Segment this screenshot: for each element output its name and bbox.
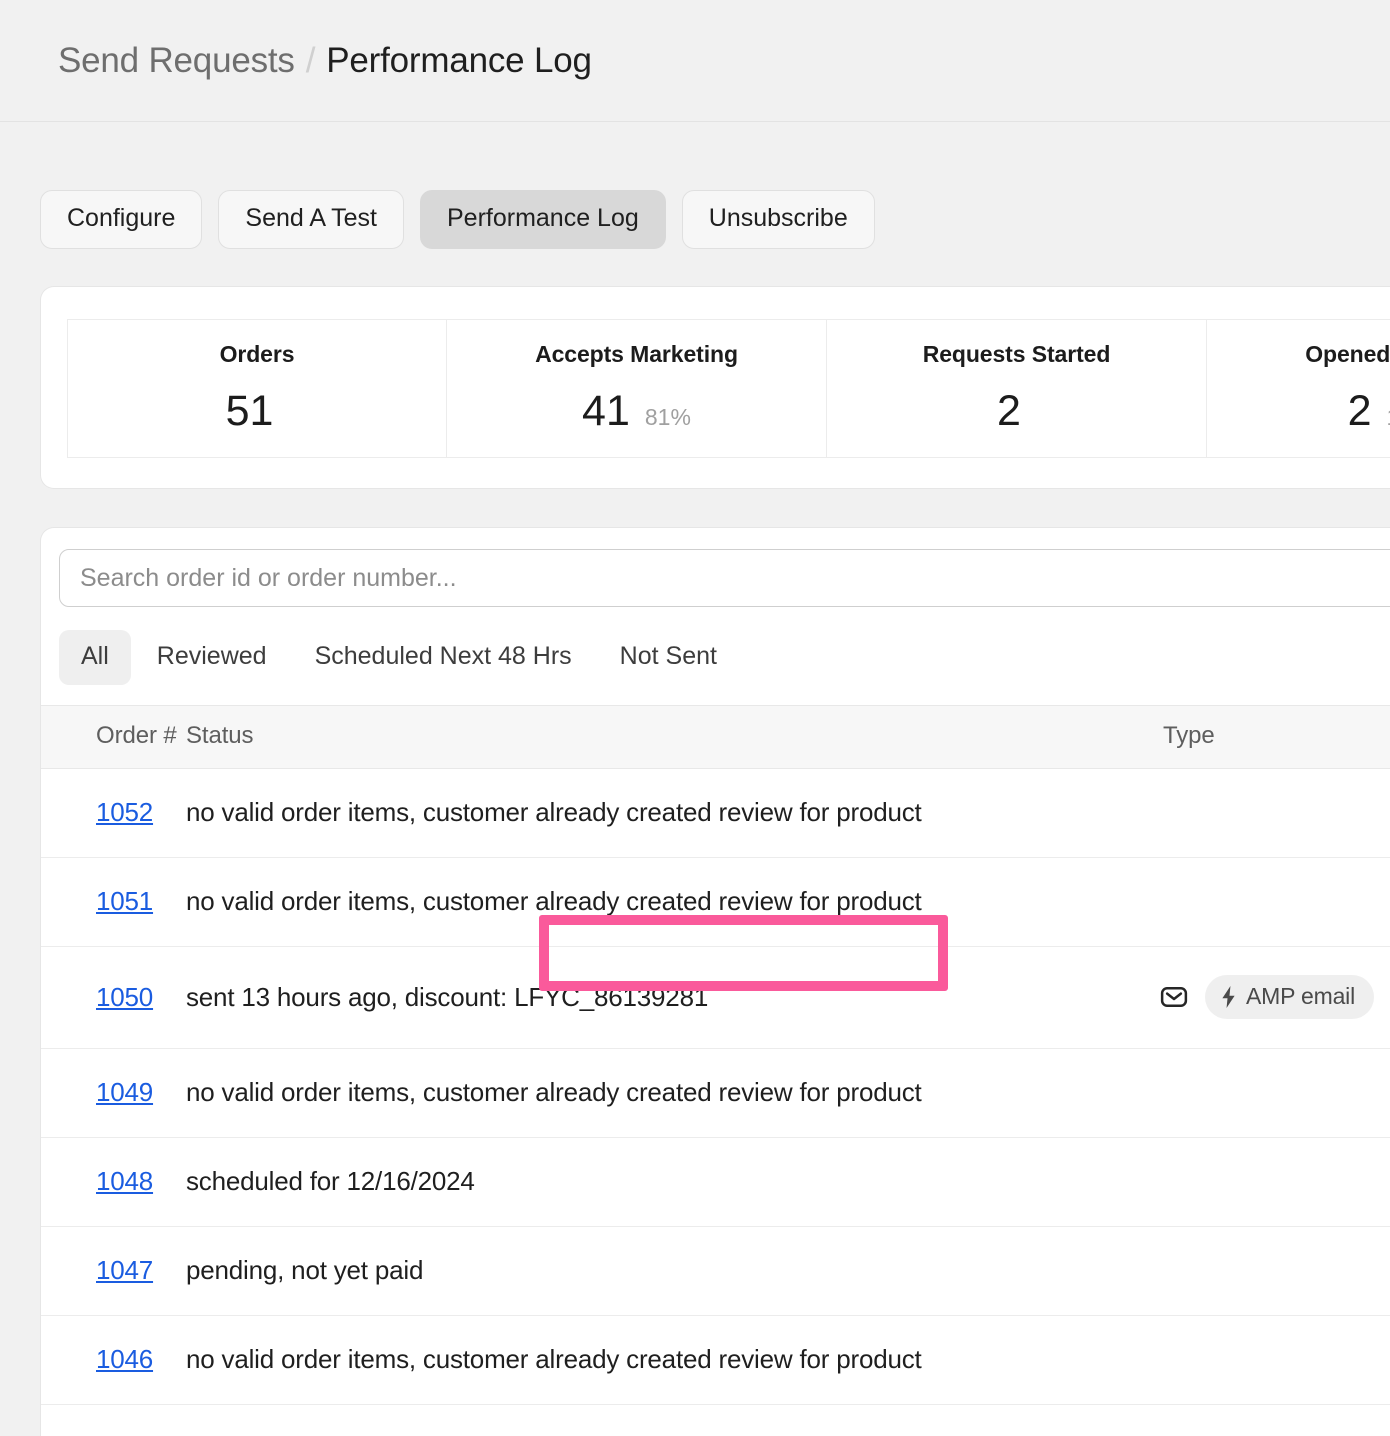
filter-not-sent[interactable]: Not Sent <box>598 630 739 685</box>
table-row[interactable]: 1046 no valid order items, customer alre… <box>41 1315 1390 1405</box>
type-cell <box>1141 1048 1390 1138</box>
order-link[interactable]: 1048 <box>96 1166 153 1196</box>
section-tab-row: Configure Send A Test Performance Log Un… <box>0 122 1390 249</box>
tab-configure[interactable]: Configure <box>40 190 203 249</box>
filter-row: All Reviewed Scheduled Next 48 Hrs Not S… <box>41 607 1390 705</box>
performance-log-card: All Reviewed Scheduled Next 48 Hrs Not S… <box>40 527 1390 1436</box>
status-cell: sent 13 hours ago, discount: LFYC_861392… <box>186 915 1141 1049</box>
table-body: 1052 no valid order items, customer alre… <box>41 768 1390 1436</box>
breadcrumb: Send Requests / Performance Log <box>58 41 592 81</box>
stat-label: Orders <box>219 341 295 367</box>
stat-requests-started: Requests Started 2 <box>827 320 1207 457</box>
filter-scheduled-next-48-hrs[interactable]: Scheduled Next 48 Hrs <box>293 630 594 685</box>
type-cell <box>1141 1226 1390 1316</box>
filter-all[interactable]: All <box>59 630 131 685</box>
search-input[interactable] <box>59 549 1390 607</box>
type-cell <box>1141 1315 1390 1405</box>
type-cell <box>1141 768 1390 858</box>
amp-email-badge: AMP email <box>1205 975 1374 1019</box>
page-title: Performance Log <box>326 40 592 80</box>
stats-grid: Orders 51 Accepts Marketing 41 81% Reque… <box>67 319 1390 458</box>
column-header-type[interactable]: Type <box>1141 705 1390 769</box>
order-cell: 1049 <box>41 1048 186 1138</box>
type-cell <box>1141 1404 1390 1436</box>
status-cell: no valid order items, customer already c… <box>186 768 1141 858</box>
table-header: Order # Status Type <box>41 705 1390 769</box>
order-link[interactable]: 1049 <box>96 1077 153 1107</box>
order-cell: 1051 <box>41 857 186 947</box>
order-cell: 1046 <box>41 1315 186 1405</box>
order-cell: 1047 <box>41 1226 186 1316</box>
breadcrumb-parent[interactable]: Send Requests <box>58 41 295 80</box>
stat-label: Opened - Unique <box>1305 341 1390 367</box>
amp-email-label: AMP email <box>1246 983 1355 1009</box>
tab-unsubscribe[interactable]: Unsubscribe <box>681 190 875 249</box>
order-link[interactable]: 1052 <box>96 797 153 827</box>
column-header-order[interactable]: Order # <box>41 705 186 769</box>
type-cell <box>1141 1137 1390 1227</box>
order-cell: 1045 <box>41 1404 186 1436</box>
tab-performance-log[interactable]: Performance Log <box>420 190 666 249</box>
breadcrumb-bar: Send Requests / Performance Log <box>0 0 1390 122</box>
stat-label: Requests Started <box>922 341 1111 367</box>
table-row[interactable]: 1051 no valid order items, customer alre… <box>41 857 1390 947</box>
status-cell: no valid order items, customer already c… <box>186 1315 1141 1405</box>
stat-orders: Orders 51 <box>67 320 447 457</box>
status-cell: no valid order items, customer already c… <box>186 857 1141 947</box>
status-text: sent 13 hours ago, discount: LFYC_861392… <box>186 981 709 1012</box>
type-cell: AMP email <box>1141 946 1390 1049</box>
stat-value: 51 <box>225 387 274 435</box>
stat-value: 41 <box>582 387 630 435</box>
order-cell: 1048 <box>41 1137 186 1227</box>
table-row[interactable]: 1052 no valid order items, customer alre… <box>41 768 1390 858</box>
status-cell: no valid order items, customer already c… <box>186 1048 1141 1138</box>
order-link[interactable]: 1046 <box>96 1344 153 1374</box>
performance-log-table: Order # Status Type 1052 no valid order … <box>41 705 1390 1436</box>
stats-card: Orders 51 Accepts Marketing 41 81% Reque… <box>40 286 1390 489</box>
table-row[interactable]: 1049 no valid order items, customer alre… <box>41 1048 1390 1138</box>
status-cell: pending, not yet paid <box>186 1226 1141 1316</box>
breadcrumb-separator: / <box>305 40 316 80</box>
type-cell <box>1141 857 1390 947</box>
order-cell: 1052 <box>41 768 186 858</box>
order-cell: 1050 <box>41 946 186 1049</box>
order-link[interactable]: 1050 <box>96 982 153 1012</box>
order-link[interactable]: 1051 <box>96 886 153 916</box>
search-row <box>41 549 1390 607</box>
stat-accepts-marketing: Accepts Marketing 41 81% <box>447 320 827 457</box>
filter-reviewed[interactable]: Reviewed <box>135 630 289 685</box>
stat-value: 2 <box>1347 387 1372 435</box>
tab-send-a-test[interactable]: Send A Test <box>218 190 404 249</box>
stat-percent: 81% <box>644 404 691 430</box>
table-row[interactable]: 1047 pending, not yet paid <box>41 1226 1390 1316</box>
table-row[interactable]: 1045 sent 13 hours ago, scheduled for 12… <box>41 1404 1390 1436</box>
status-cell: scheduled for 12/16/2024 <box>186 1137 1141 1227</box>
envelope-icon <box>1159 982 1189 1012</box>
order-link[interactable]: 1047 <box>96 1255 153 1285</box>
column-header-status[interactable]: Status <box>186 705 1141 769</box>
stat-percent: 100% <box>1387 404 1390 431</box>
table-row[interactable]: 1048 scheduled for 12/16/2024 <box>41 1137 1390 1227</box>
table-row[interactable]: 1050 sent 13 hours ago, discount: LFYC_8… <box>41 915 1390 1049</box>
stat-opened-unique: Opened - Unique 2 100% <box>1207 320 1390 457</box>
stat-label: Accepts Marketing <box>535 341 738 367</box>
stat-value: 2 <box>997 387 1021 435</box>
lightning-bolt-icon <box>1220 985 1237 1008</box>
status-cell: sent 13 hours ago, scheduled for 12/16/2… <box>186 1404 1141 1436</box>
